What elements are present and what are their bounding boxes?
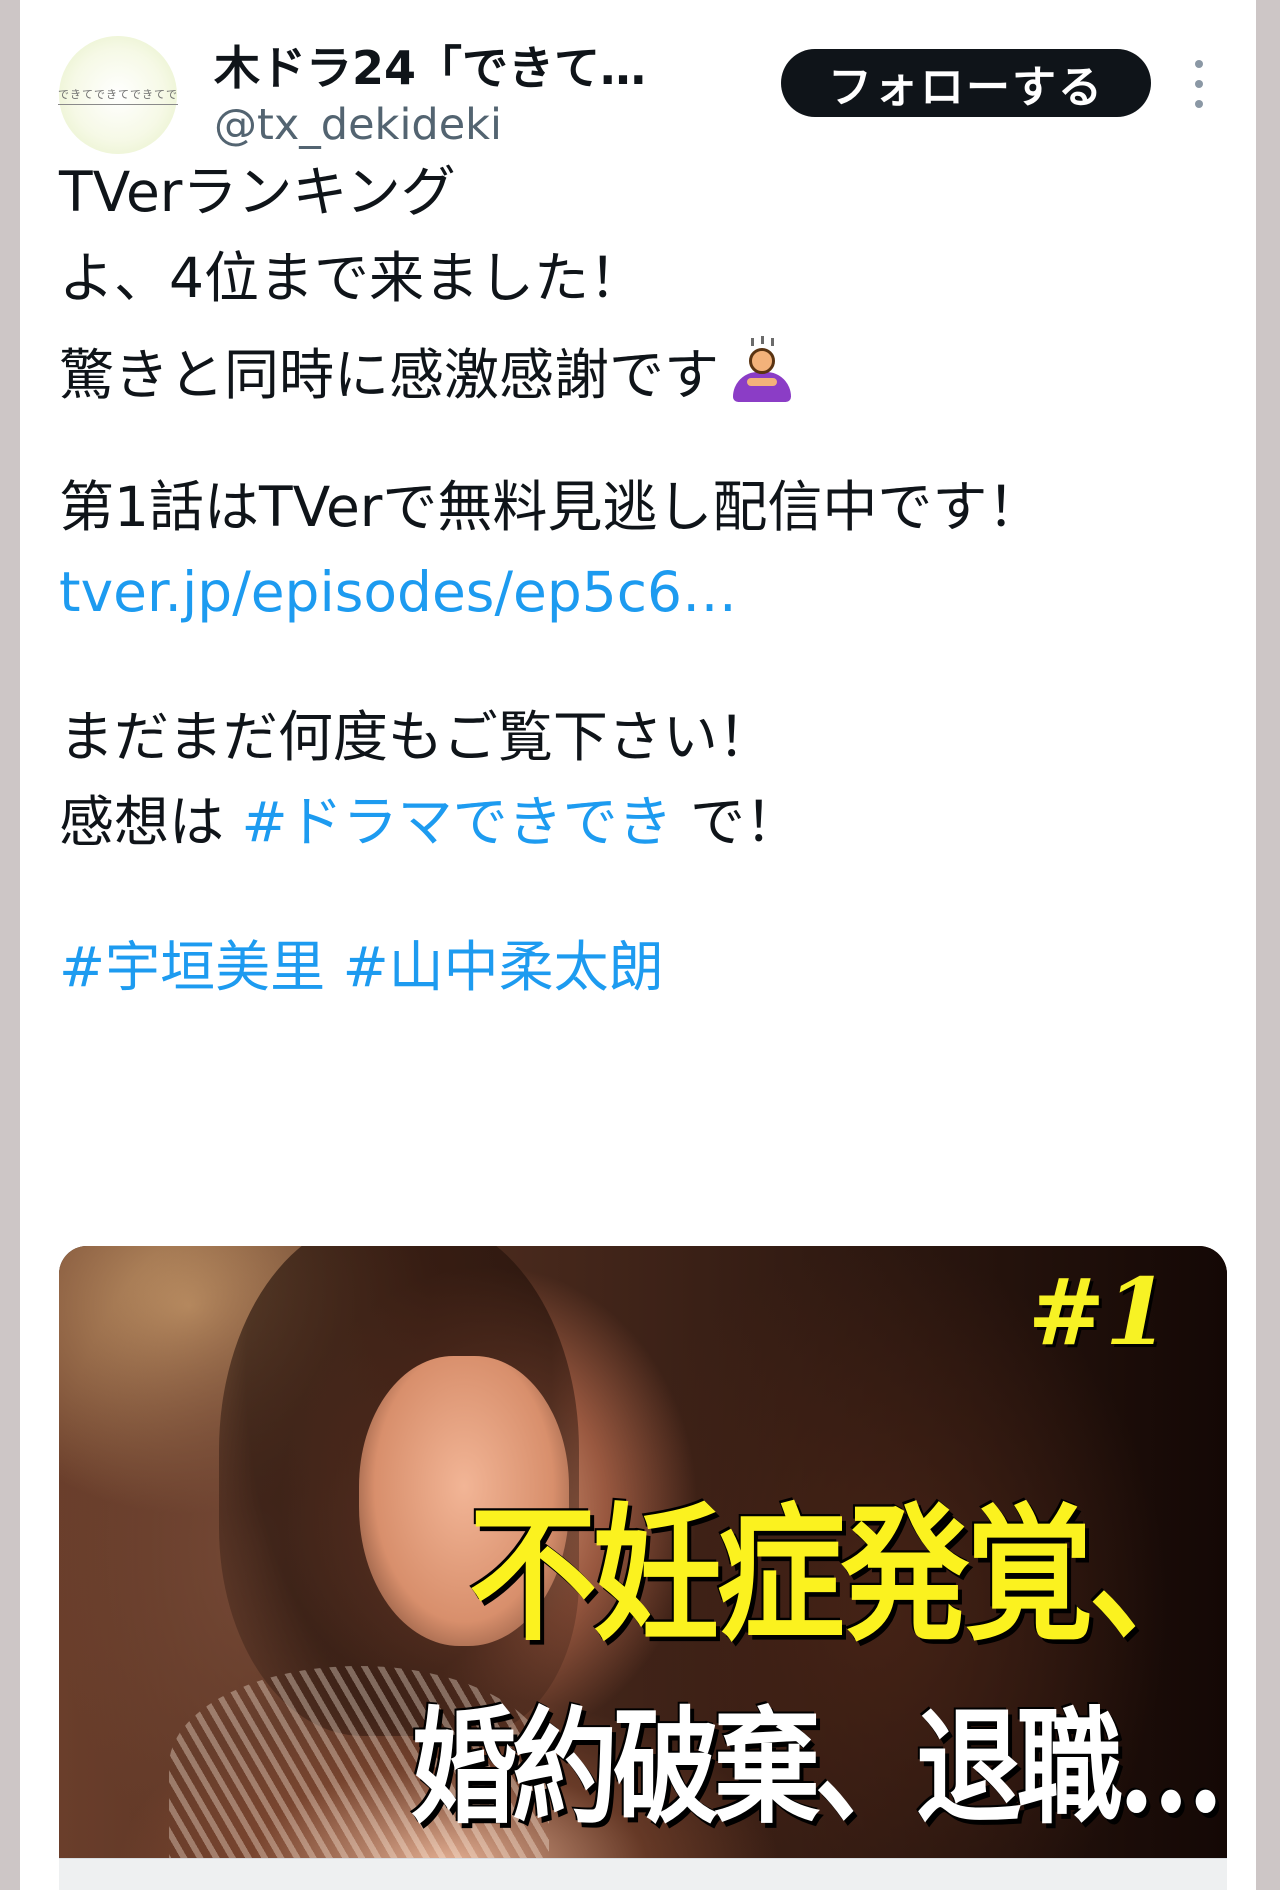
tver-link[interactable]: tver.jp/episodes/ep5c6…	[59, 565, 737, 620]
tweet-text-line-2: よ、4位まで来ました！	[59, 246, 644, 310]
episode-badge: #1	[1027, 1258, 1169, 1366]
tweet-text-line-5: まだまだ何度もご覧下さい！	[59, 705, 773, 769]
avatar-logo-text: できてできてできてで	[58, 86, 178, 105]
media-image[interactable]: #1 不妊症発覚、 婚約破棄、退職…	[59, 1246, 1227, 1861]
user-handle[interactable]: @tx_dekideki	[214, 100, 502, 150]
tweet-text-line-6-prefix: 感想は	[59, 790, 242, 854]
more-options-icon[interactable]	[1190, 60, 1208, 108]
tweet-card: できてできてできてで 木ドラ24「できて… @tx_dekideki フォローす…	[20, 0, 1256, 1890]
tweet-text-line-6: 感想は #ドラマできでき で！	[59, 795, 800, 850]
tweet-text-line-3-text: 驚きと同時に感激感謝です	[59, 343, 720, 407]
tweet-text-line-4: 第1話はTVerで無料見逃し配信中です！	[59, 475, 1043, 539]
display-name[interactable]: 木ドラ24「できて…	[214, 32, 734, 98]
media-headline-1: 不妊症発覚、	[468, 1489, 1217, 1662]
hashtag-line: #宇垣美里 #山中柔太朗	[59, 940, 664, 995]
hashtag-drama-dekideki[interactable]: #ドラマできでき	[241, 790, 672, 854]
media-headline-2: 婚約破棄、退職…	[411, 1693, 1224, 1841]
tweet-text-line-6-suffix: で！	[672, 790, 801, 854]
profile-avatar[interactable]: できてできてできてで	[58, 36, 178, 154]
tweet-text-line-1: TVerランキング	[59, 160, 456, 224]
hashtag-ugaki-misato[interactable]: #宇垣美里	[59, 935, 325, 999]
follow-button[interactable]: フォローする	[781, 49, 1151, 117]
person-bowing-emoji-icon	[727, 336, 797, 406]
tweet-text-line-3: 驚きと同時に感激感謝です	[59, 336, 797, 406]
media-card-footer	[59, 1858, 1227, 1890]
hashtag-yamanaka-jutaro[interactable]: #山中柔太朗	[343, 935, 664, 999]
